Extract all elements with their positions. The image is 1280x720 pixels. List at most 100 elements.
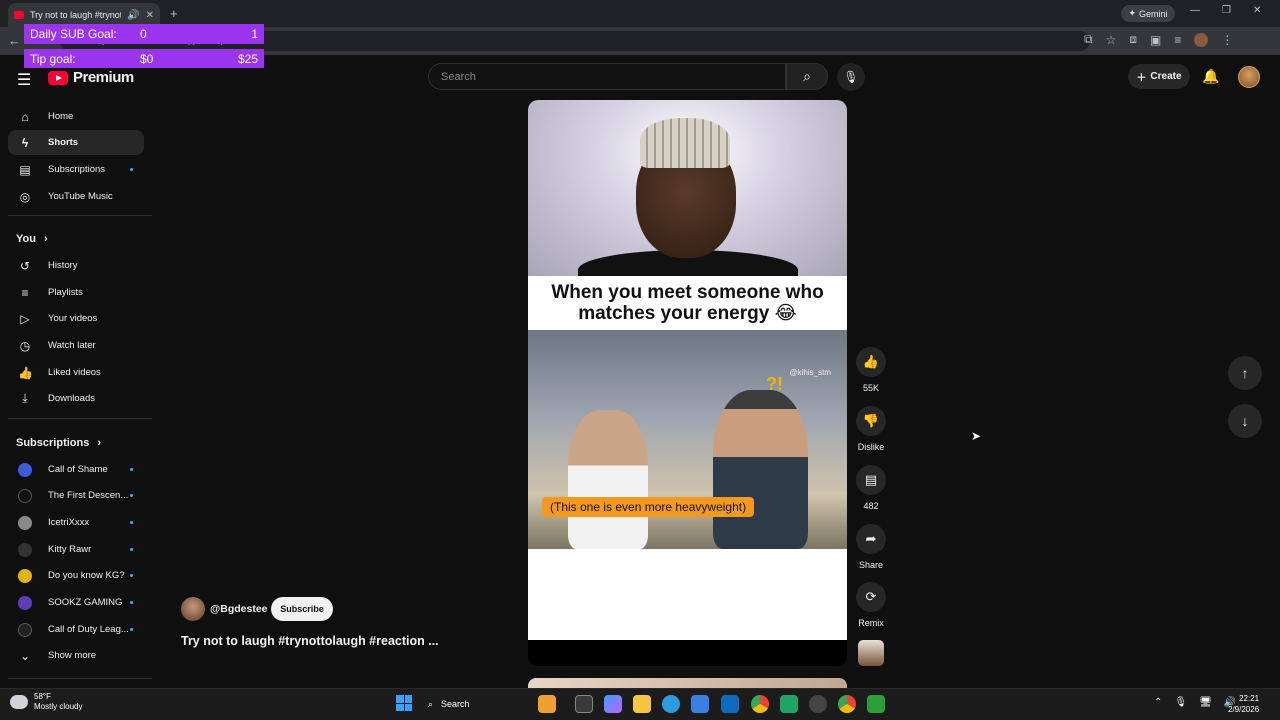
- new-tab-button[interactable]: +: [170, 6, 178, 21]
- sidebar-sub-item[interactable]: SOOKZ GAMING: [8, 590, 144, 615]
- sidebar-sub-item[interactable]: Kitty Rawr: [8, 537, 144, 562]
- obs-icon[interactable]: [809, 695, 827, 713]
- sidebar-you-heading[interactable]: You ›: [16, 233, 48, 245]
- media-controls-icon[interactable]: ≡: [1174, 33, 1181, 47]
- sidebar-item-shorts[interactable]: ϟ Shorts: [8, 130, 144, 155]
- like-button[interactable]: 👍 55K: [856, 347, 886, 393]
- sidebar-subscriptions-heading[interactable]: Subscriptions ›: [16, 437, 101, 449]
- sidebar-sub-item[interactable]: Call of Duty Leag...: [8, 617, 144, 642]
- channel-avatar: [18, 462, 32, 477]
- sidebar-item-label: The First Descen...: [48, 490, 129, 501]
- extensions-icon[interactable]: ⧈: [1129, 32, 1137, 47]
- create-button[interactable]: ＋ Create: [1128, 64, 1190, 89]
- copilot-icon[interactable]: [604, 695, 622, 713]
- question-exclamation-icon: ?!: [766, 374, 783, 394]
- youtube-favicon-icon: [14, 11, 24, 19]
- comments-button[interactable]: ▤ 482: [856, 465, 886, 511]
- gemini-button[interactable]: ✦ Gemini: [1121, 5, 1175, 22]
- channel-name[interactable]: @Bgdestee: [210, 603, 268, 615]
- profile-avatar[interactable]: [1194, 32, 1209, 47]
- close-window-icon[interactable]: ✕: [1253, 5, 1261, 16]
- taskbar-search-label: Search: [441, 699, 470, 709]
- minimize-icon[interactable]: —: [1190, 5, 1200, 16]
- heading-label: Subscriptions: [16, 437, 90, 449]
- sidebar-item-playlists[interactable]: ≡ Playlists: [8, 280, 144, 305]
- outlook-icon[interactable]: [721, 695, 739, 713]
- edge-icon[interactable]: [662, 695, 680, 713]
- sidebar-item-history[interactable]: ↺ History: [8, 253, 144, 278]
- sparkle-icon: ✦: [1128, 8, 1137, 18]
- channel-avatar: [18, 595, 32, 610]
- arrow-down-icon: ↓: [1241, 413, 1249, 429]
- back-arrow-icon[interactable]: ←: [8, 33, 21, 48]
- restore-icon[interactable]: ❐: [1222, 5, 1231, 16]
- dislike-button[interactable]: 👎 Dislike: [856, 406, 886, 452]
- remix-label: Remix: [858, 618, 884, 628]
- sound-thumbnail[interactable]: [858, 640, 884, 666]
- youtube-premium-logo[interactable]: Premium: [48, 69, 134, 86]
- windows-start-icon[interactable]: [396, 695, 412, 711]
- toolbar-icons: ⧉ ☆ ⧈ ▣ ≡ ⋮: [1084, 32, 1233, 47]
- goal-target: 1: [251, 27, 258, 41]
- install-icon[interactable]: ⧉: [1084, 32, 1093, 47]
- notifications-bell-icon[interactable]: 🔔: [1202, 68, 1219, 85]
- search-button[interactable]: ⌕: [786, 63, 828, 90]
- sidebar-item-liked-videos[interactable]: 👍 Liked videos: [8, 360, 144, 385]
- chevron-right-icon: ›: [43, 233, 48, 245]
- share-button[interactable]: ➦ Share: [856, 524, 886, 570]
- short-video-player[interactable]: When you meet someone who matches your e…: [528, 100, 847, 666]
- channel-avatar: [18, 488, 32, 503]
- mic-tray-icon[interactable]: 🎙: [1174, 697, 1187, 708]
- weather-condition: Mostly cloudy: [34, 702, 83, 711]
- taskbar-search[interactable]: ⌕ Search: [420, 694, 520, 714]
- file-explorer-icon[interactable]: [633, 695, 651, 713]
- xbox-icon[interactable]: [867, 695, 885, 713]
- sidebar-item-label: Liked videos: [48, 367, 101, 378]
- network-icon[interactable]: 🖥: [1199, 697, 1212, 708]
- close-tab-icon[interactable]: ✕: [146, 10, 154, 21]
- sidebar-item-home[interactable]: ⌂ Home: [8, 104, 144, 129]
- chrome-icon[interactable]: [838, 695, 856, 713]
- weather-widget[interactable]: 58°F Mostly cloudy: [10, 692, 82, 712]
- remix-button[interactable]: ⟳ Remix: [856, 582, 886, 628]
- mute-icon[interactable]: 🔊: [127, 10, 139, 21]
- taskbar-app-icon[interactable]: [538, 695, 556, 713]
- sidebar-item-label: IcetriXxxx: [48, 517, 90, 528]
- split-view-icon[interactable]: ▣: [1150, 33, 1161, 47]
- short-title[interactable]: Try not to laugh #trynottolaugh #reactio…: [181, 634, 439, 648]
- account-avatar[interactable]: [1238, 66, 1260, 88]
- sidebar-item-subscriptions[interactable]: ▤ Subscriptions: [8, 157, 144, 182]
- next-short-button[interactable]: ↓: [1228, 404, 1262, 438]
- sidebar-show-more[interactable]: ⌄ Show more: [8, 643, 144, 668]
- store-icon[interactable]: [691, 695, 709, 713]
- search-input[interactable]: Search: [428, 63, 786, 90]
- tray-overflow-icon[interactable]: ⌃: [1154, 697, 1162, 708]
- sidebar-sub-item[interactable]: Call of Shame: [8, 457, 144, 482]
- task-view-icon[interactable]: [575, 695, 593, 713]
- sidebar-item-your-videos[interactable]: ▷ Your videos: [8, 306, 144, 331]
- channel-avatar[interactable]: [181, 597, 205, 621]
- subscribe-button[interactable]: Subscribe: [271, 597, 333, 621]
- sidebar-sub-item[interactable]: IcetriXxxx: [8, 510, 144, 535]
- gamebar-icon[interactable]: [780, 695, 798, 713]
- sidebar-item-watch-later[interactable]: ◷ Watch later: [8, 333, 144, 358]
- arrow-up-icon: ↑: [1241, 365, 1249, 381]
- sidebar-item-youtube-music[interactable]: ◎ YouTube Music: [8, 184, 144, 209]
- sidebar-item-label: Downloads: [48, 393, 95, 404]
- sidebar-sub-item[interactable]: Do you know KG?: [8, 563, 144, 588]
- sidebar-item-downloads[interactable]: ⤓ Downloads: [8, 386, 144, 411]
- like-count: 55K: [862, 383, 879, 393]
- sidebar-item-label: Show more: [48, 650, 97, 661]
- previous-short-button[interactable]: ↑: [1228, 356, 1262, 390]
- sidebar-item-label: Subscriptions: [48, 164, 106, 175]
- sidebar-sub-item[interactable]: The First Descen...: [8, 483, 144, 508]
- hamburger-menu-icon[interactable]: ☰: [17, 70, 31, 90]
- chrome-active-icon[interactable]: [751, 695, 769, 713]
- taskbar-clock[interactable]: 22:21 2/9/2026: [1228, 693, 1259, 715]
- chevron-down-icon: ⌄: [19, 648, 31, 663]
- bookmark-star-icon[interactable]: ☆: [1106, 33, 1117, 47]
- goal-current: 0: [140, 27, 147, 41]
- sidebar-item-label: Home: [48, 111, 74, 122]
- voice-search-button[interactable]: 🎙: [837, 63, 865, 91]
- kebab-menu-icon[interactable]: ⋮: [1221, 33, 1233, 47]
